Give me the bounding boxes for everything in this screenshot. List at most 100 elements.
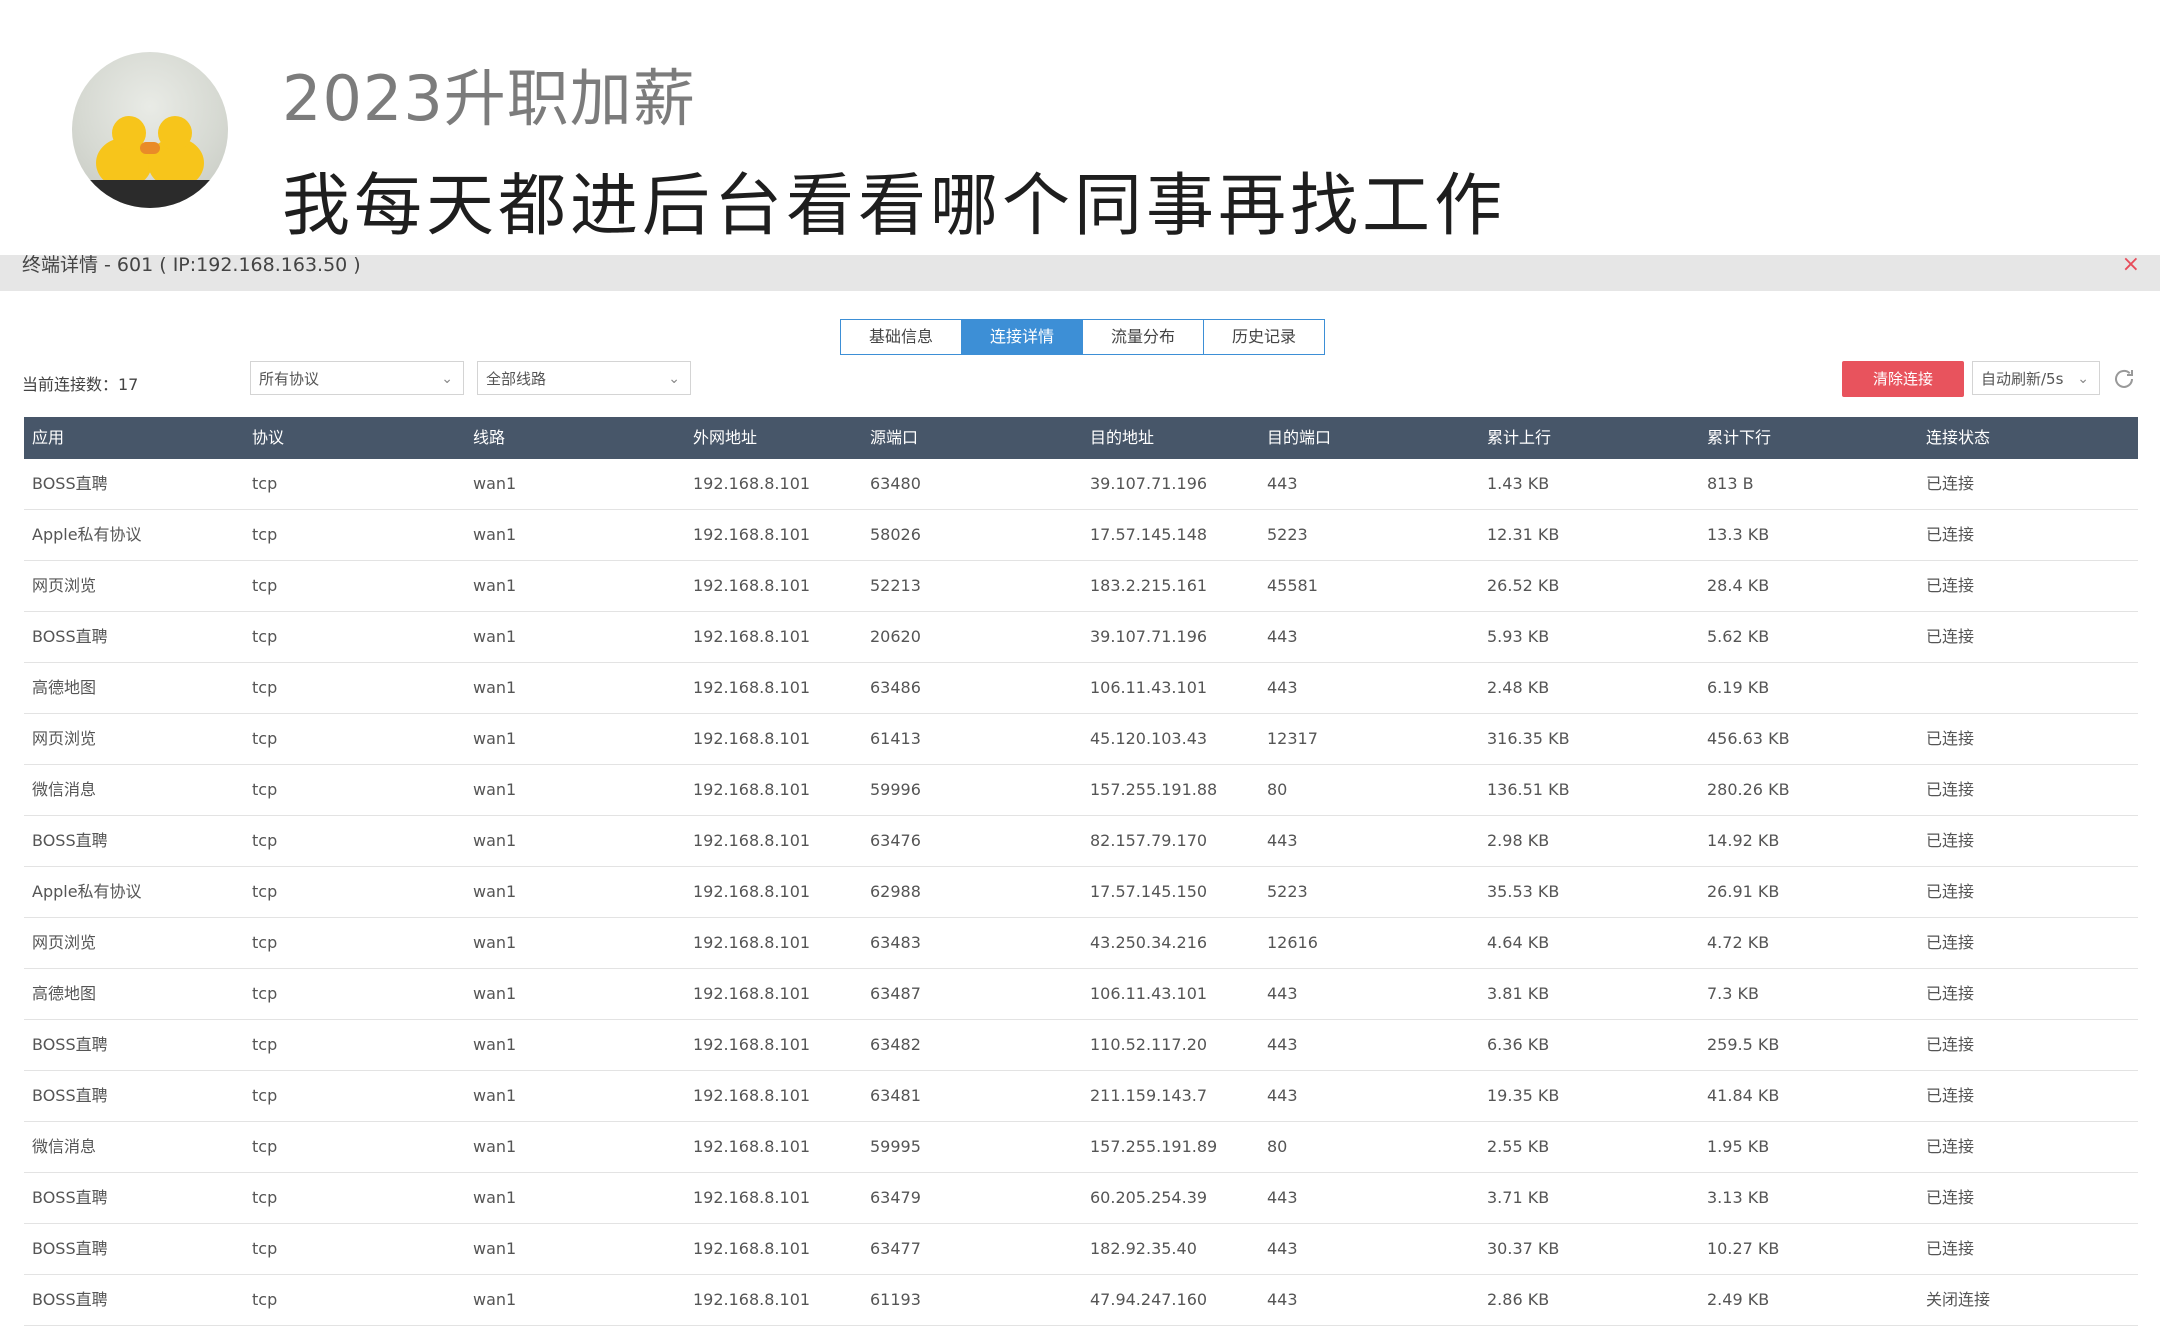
cell-dest-address: 82.157.79.170 <box>1090 831 1208 850</box>
cell-download: 14.92 KB <box>1707 831 1780 850</box>
tab-history[interactable]: 历史记录 <box>1204 320 1324 354</box>
cell-protocol: tcp <box>252 474 278 493</box>
cell-dest-address: 47.94.247.160 <box>1090 1290 1208 1309</box>
col-header-dest-address[interactable]: 目的地址 <box>1082 417 1259 459</box>
tab-connection-details[interactable]: 连接详情 <box>962 320 1083 354</box>
cell-protocol: tcp <box>252 780 278 799</box>
cell-status: 已连接 <box>1926 525 1975 544</box>
col-header-upload[interactable]: 累计上行 <box>1479 417 1699 459</box>
table-row[interactable]: BOSS直聘 tcp wan1 192.168.8.101 20620 39.107.71… <box>24 612 2138 663</box>
cell-wan-address: 192.168.8.101 <box>693 1035 811 1054</box>
cell-source-port: 61193 <box>870 1290 921 1309</box>
protocol-select-value: 所有协议 <box>259 370 320 388</box>
cell-app: BOSS直聘 <box>32 831 108 850</box>
cell-download: 4.72 KB <box>1707 933 1770 952</box>
table-row[interactable]: BOSS直聘 tcp wan1 192.168.8.101 63476 82.157.79… <box>24 816 2138 867</box>
cell-protocol: tcp <box>252 831 278 850</box>
cell-wan-address: 192.168.8.101 <box>693 729 811 748</box>
table-row[interactable]: BOSS直聘 tcp wan1 192.168.8.101 63481 211.159.1… <box>24 1071 2138 1122</box>
table-row[interactable]: 网页浏览 tcp wan1 192.168.8.101 61413 45.120.103.… <box>24 714 2138 765</box>
table-row[interactable]: 网页浏览 tcp wan1 192.168.8.101 63483 43.250.34.2… <box>24 918 2138 969</box>
cell-upload: 2.98 KB <box>1487 831 1550 850</box>
table-row[interactable]: 高德地图 tcp wan1 192.168.8.101 63487 106.11.43.1… <box>24 969 2138 1020</box>
cell-dest-port: 5223 <box>1267 882 1308 901</box>
cell-upload: 316.35 KB <box>1487 729 1570 748</box>
post-username[interactable]: 2023升职加薪 <box>282 48 696 138</box>
tab-traffic-distribution[interactable]: 流量分布 <box>1083 320 1204 354</box>
cell-download: 13.3 KB <box>1707 525 1770 544</box>
cell-app: BOSS直聘 <box>32 1035 108 1054</box>
cell-line: wan1 <box>473 1035 517 1054</box>
table-row[interactable]: BOSS直聘 tcp wan1 192.168.8.101 63479 60.205.25… <box>24 1173 2138 1224</box>
cell-dest-port: 443 <box>1267 984 1298 1003</box>
cell-protocol: tcp <box>252 933 278 952</box>
table-row[interactable]: 微信消息 tcp wan1 192.168.8.101 59995 157.255.191… <box>24 1122 2138 1173</box>
cell-line: wan1 <box>473 1239 517 1258</box>
cell-download: 41.84 KB <box>1707 1086 1780 1105</box>
cell-protocol: tcp <box>252 984 278 1003</box>
refresh-icon[interactable] <box>2112 367 2136 391</box>
col-header-source-port[interactable]: 源端口 <box>862 417 1082 459</box>
cell-dest-address: 39.107.71.196 <box>1090 627 1208 646</box>
table-row[interactable]: 高德地图 tcp wan1 192.168.8.101 63486 106.11.43.1… <box>24 663 2138 714</box>
cell-source-port: 63479 <box>870 1188 921 1207</box>
table-row[interactable]: BOSS直聘 tcp wan1 192.168.8.101 63480 39.107.71… <box>24 459 2138 510</box>
cell-dest-port: 443 <box>1267 1035 1298 1054</box>
col-header-status[interactable]: 连接状态 <box>1918 417 2138 459</box>
cell-download: 7.3 KB <box>1707 984 1759 1003</box>
col-header-protocol[interactable]: 协议 <box>244 417 465 459</box>
table-row[interactable]: BOSS直聘 tcp wan1 192.168.8.101 61193 47.94.247… <box>24 1275 2138 1326</box>
cell-download: 6.19 KB <box>1707 678 1770 697</box>
table-row[interactable]: 网页浏览 tcp wan1 192.168.8.101 52213 183.2.215.1… <box>24 561 2138 612</box>
table-row[interactable]: Apple私有协议 tcp wan1 192.168.8.101 62988 17.57.… <box>24 867 2138 918</box>
duck-beak <box>140 142 160 154</box>
cell-upload: 2.48 KB <box>1487 678 1550 697</box>
table-row[interactable]: BOSS直聘 tcp wan1 192.168.8.101 63477 182.92.35… <box>24 1224 2138 1275</box>
close-icon[interactable]: × <box>2122 254 2140 276</box>
cell-line: wan1 <box>473 525 517 544</box>
table-row[interactable]: 微信消息 tcp wan1 192.168.8.101 59996 157.255.191… <box>24 765 2138 816</box>
col-header-wan-address[interactable]: 外网地址 <box>685 417 862 459</box>
cell-line: wan1 <box>473 831 517 850</box>
col-header-download[interactable]: 累计下行 <box>1699 417 1918 459</box>
cell-dest-address: 106.11.43.101 <box>1090 678 1208 697</box>
modal-title: 终端详情 - 601 ( IP:192.168.163.50 ) <box>22 254 361 276</box>
cell-source-port: 63480 <box>870 474 921 493</box>
cell-download: 10.27 KB <box>1707 1239 1780 1258</box>
cell-dest-port: 443 <box>1267 678 1298 697</box>
cell-upload: 35.53 KB <box>1487 882 1560 901</box>
cell-source-port: 63477 <box>870 1239 921 1258</box>
cell-wan-address: 192.168.8.101 <box>693 1137 811 1156</box>
cell-dest-address: 60.205.254.39 <box>1090 1188 1208 1207</box>
cell-dest-port: 443 <box>1267 831 1298 850</box>
tab-basic-info[interactable]: 基础信息 <box>841 320 962 354</box>
cell-dest-port: 443 <box>1267 474 1298 493</box>
cell-app: Apple私有协议 <box>32 525 142 544</box>
cell-status: 已连接 <box>1926 1188 1975 1207</box>
cell-upload: 2.86 KB <box>1487 1290 1550 1309</box>
cell-dest-address: 45.120.103.43 <box>1090 729 1208 748</box>
cell-dest-address: 17.57.145.150 <box>1090 882 1208 901</box>
cell-upload: 3.71 KB <box>1487 1188 1550 1207</box>
cell-dest-port: 443 <box>1267 1239 1298 1258</box>
table-row[interactable]: BOSS直聘 tcp wan1 192.168.8.101 63482 110.52.11… <box>24 1020 2138 1071</box>
cell-dest-port: 12317 <box>1267 729 1318 748</box>
table-row[interactable]: Apple私有协议 tcp wan1 192.168.8.101 58026 17.57.… <box>24 510 2138 561</box>
protocol-select[interactable]: 所有协议 ⌄ <box>250 361 464 395</box>
cell-app: 网页浏览 <box>32 576 97 595</box>
cell-wan-address: 192.168.8.101 <box>693 678 811 697</box>
line-select[interactable]: 全部线路 ⌄ <box>477 361 691 395</box>
auto-refresh-select[interactable]: 自动刷新/5s ⌄ <box>1972 361 2100 395</box>
cell-dest-port: 443 <box>1267 627 1298 646</box>
cell-upload: 12.31 KB <box>1487 525 1560 544</box>
avatar[interactable] <box>72 52 228 208</box>
cell-line: wan1 <box>473 1086 517 1105</box>
col-header-line[interactable]: 线路 <box>465 417 685 459</box>
cell-wan-address: 192.168.8.101 <box>693 984 811 1003</box>
cell-app: BOSS直聘 <box>32 1239 108 1258</box>
cell-wan-address: 192.168.8.101 <box>693 525 811 544</box>
clear-connections-button[interactable]: 清除连接 <box>1842 361 1964 397</box>
col-header-app[interactable]: 应用 <box>24 417 244 459</box>
col-header-dest-port[interactable]: 目的端口 <box>1259 417 1479 459</box>
cell-dest-port: 443 <box>1267 1086 1298 1105</box>
